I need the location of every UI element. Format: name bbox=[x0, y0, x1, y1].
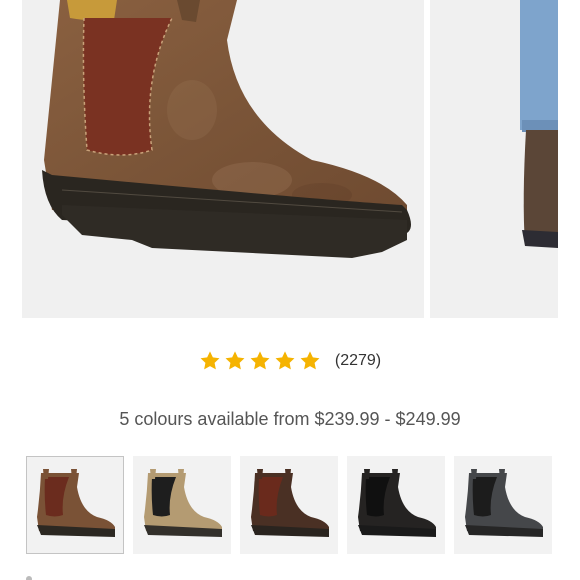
star-icon bbox=[275, 351, 295, 370]
star-icon bbox=[250, 351, 270, 370]
colour-swatch-walnut-brown[interactable] bbox=[240, 456, 338, 554]
star-icon bbox=[300, 351, 320, 370]
colour-swatch-rustic-black[interactable] bbox=[454, 456, 552, 554]
rating-summary[interactable]: (2279) bbox=[0, 350, 580, 372]
worn-boot-image bbox=[520, 0, 558, 248]
star-icon bbox=[225, 351, 245, 370]
colour-swatch-rustic-brown[interactable] bbox=[26, 456, 124, 554]
star-rating bbox=[199, 350, 321, 372]
star-icon bbox=[200, 351, 220, 370]
colour-swatch-list bbox=[26, 456, 552, 554]
swatch-boot-image bbox=[144, 469, 222, 537]
cut-off-content bbox=[26, 572, 56, 580]
product-image-gallery[interactable] bbox=[0, 0, 580, 320]
review-count[interactable]: (2279) bbox=[335, 352, 381, 370]
swatch-boot-image bbox=[251, 469, 329, 537]
dot-icon bbox=[26, 576, 32, 580]
colour-availability-text: 5 colours available from $239.99 - $249.… bbox=[119, 409, 461, 429]
boot-image bbox=[42, 0, 411, 258]
swatch-boot-image bbox=[358, 469, 436, 537]
colour-swatch-black[interactable] bbox=[347, 456, 445, 554]
product-image-main[interactable] bbox=[22, 0, 424, 318]
swatch-boot-image bbox=[37, 469, 115, 537]
product-image-secondary[interactable] bbox=[430, 0, 558, 318]
swatch-boot-image bbox=[465, 469, 543, 537]
colour-swatch-saddle-tan[interactable] bbox=[133, 456, 231, 554]
